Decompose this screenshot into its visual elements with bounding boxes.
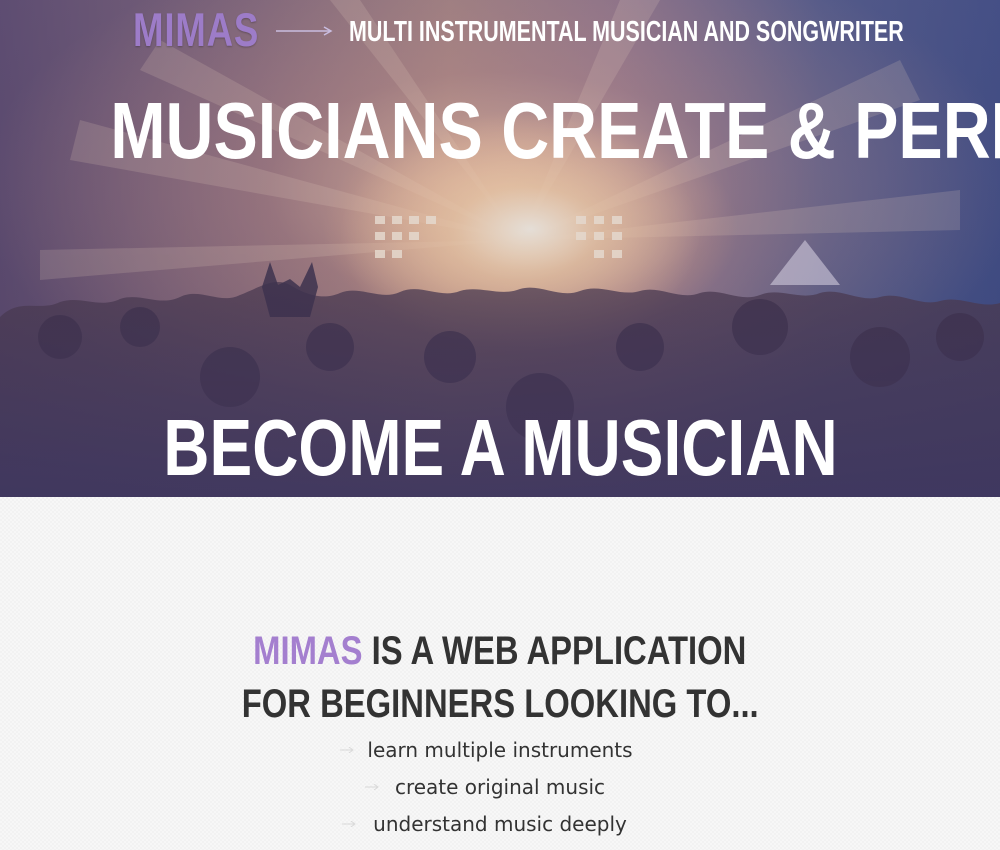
about-brand-name: MIMAS: [253, 629, 363, 673]
feature-text: understand music deeply: [373, 812, 627, 836]
become-musician-text[interactable]: BECOME A MUSICIAN: [163, 405, 837, 491]
hero-headline: MUSICIANS CREATE & PERFORM: [0, 86, 1000, 176]
hero-banner: MIMAS MULTI INSTRUMENTAL MUSICIAN AND SO…: [0, 0, 1000, 497]
about-heading-line-1-text: IS A WEB APPLICATION: [362, 629, 747, 673]
arrow-bullet-icon: [365, 784, 379, 790]
feature-list: learn multiple instruments create origin…: [0, 735, 1000, 846]
arrow-bullet-icon: [342, 821, 356, 827]
feature-item: create original music: [0, 772, 1000, 809]
site-tagline: MULTI INSTRUMENTAL MUSICIAN AND SONGWRIT…: [349, 16, 904, 48]
feature-text: create original music: [394, 775, 606, 799]
site-logo[interactable]: MIMAS: [133, 4, 259, 56]
about-heading-line-1: MIMAS IS A WEB APPLICATION: [0, 628, 1000, 674]
feature-text: learn multiple instruments: [367, 738, 633, 762]
hero-headline-text: MUSICIANS CREATE & PERFORM: [110, 86, 1000, 175]
top-navigation: MIMAS MULTI INSTRUMENTAL MUSICIAN AND SO…: [0, 4, 1000, 56]
about-section: MIMAS IS A WEB APPLICATION FOR BEGINNERS…: [0, 497, 1000, 850]
arrow-bullet-icon: [340, 747, 354, 753]
about-heading-line-2: FOR BEGINNERS LOOKING TO...: [0, 681, 1000, 727]
become-musician-link[interactable]: BECOME A MUSICIAN: [0, 405, 1000, 491]
feature-item: understand music deeply: [0, 809, 1000, 846]
arrow-right-icon: [276, 26, 333, 36]
about-heading-line-2-text: FOR BEGINNERS LOOKING TO...: [241, 682, 759, 726]
feature-item: learn multiple instruments: [0, 735, 1000, 772]
